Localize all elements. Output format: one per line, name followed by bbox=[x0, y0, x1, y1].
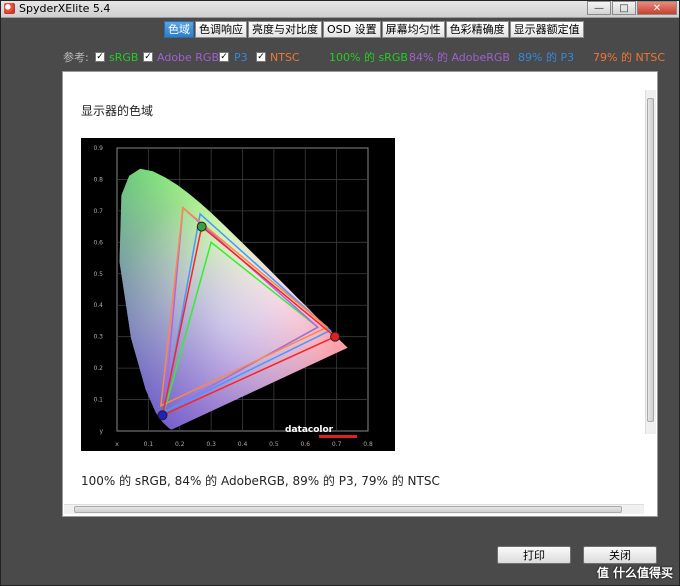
close-button[interactable]: 关闭 bbox=[583, 546, 657, 564]
tab-display-rating[interactable]: 显示器额定值 bbox=[509, 21, 584, 38]
y-tick-label: 0.2 bbox=[93, 365, 103, 372]
panel-title: 显示器的色域 bbox=[81, 104, 154, 118]
spectral-locus-blue-shade bbox=[119, 168, 348, 430]
horizontal-scroll-thumb[interactable] bbox=[74, 506, 622, 513]
tab-tone-response[interactable]: 色调响应 bbox=[195, 21, 247, 38]
ntsc-label: NTSC bbox=[270, 51, 300, 64]
cie-chart: x 0.1 0.2 0.3 0.4 0.5 0.6 0.7 0.8 0.9 0.8 0.7 0.6 0.… bbox=[81, 138, 395, 451]
adobe-rgb-label: Adobe RGB bbox=[157, 51, 220, 64]
x-tick-label: 0.4 bbox=[238, 441, 248, 448]
srgb-result: 100% 的 sRGB bbox=[329, 51, 408, 64]
close-window-button[interactable]: ✕ bbox=[637, 1, 677, 15]
cie-diagram: x 0.1 0.2 0.3 0.4 0.5 0.6 0.7 0.8 0.9 0.8 0.7 0.6 0.… bbox=[93, 145, 373, 448]
datacolor-logo: datacolor bbox=[285, 425, 334, 435]
ntsc-result: 79% 的 NTSC bbox=[593, 51, 666, 64]
primary-red-point bbox=[330, 331, 341, 342]
x-tick-label: 0.2 bbox=[175, 441, 185, 448]
p3-label: P3 bbox=[234, 51, 248, 64]
srgb-label: sRGB bbox=[109, 51, 139, 64]
vertical-scrollbar[interactable] bbox=[645, 90, 656, 434]
srgb-checkbox[interactable]: ✓ bbox=[95, 52, 105, 62]
y-tick-label: 0.5 bbox=[93, 271, 103, 278]
adobe-rgb-checkbox[interactable]: ✓ bbox=[143, 52, 153, 62]
reference-label: 参考: bbox=[63, 51, 89, 64]
print-button[interactable]: 打印 bbox=[497, 546, 571, 564]
ntsc-checkbox[interactable]: ✓ bbox=[256, 52, 266, 62]
gamut-summary: 100% 的 sRGB, 84% 的 AdobeRGB, 89% 的 P3, 7… bbox=[81, 474, 440, 488]
tab-brightness-contrast[interactable]: 亮度与对比度 bbox=[248, 21, 322, 38]
title-bar: SpyderXElite 5.4 — □ ✕ bbox=[1, 1, 679, 18]
y-tick-label: 0.4 bbox=[93, 302, 103, 309]
tab-color-accuracy[interactable]: 色彩精确度 bbox=[445, 21, 509, 38]
adobe-rgb-result: 84% 的 AdobeRGB bbox=[409, 51, 510, 64]
y-tick-label: 0.9 bbox=[93, 145, 103, 152]
tab-screen-uniformity[interactable]: 屏幕均匀性 bbox=[381, 21, 445, 38]
x-tick-label: 0.7 bbox=[332, 441, 342, 448]
horizontal-scrollbar[interactable] bbox=[64, 504, 644, 514]
x-tick-label: 0.5 bbox=[269, 441, 279, 448]
x-tick-label: 0.8 bbox=[363, 441, 373, 448]
x-tick-label: 0.3 bbox=[206, 441, 216, 448]
y-tick-label: 0.7 bbox=[93, 208, 103, 215]
tab-color-gamut[interactable]: 色域 bbox=[164, 21, 194, 38]
p3-checkbox[interactable]: ✓ bbox=[219, 52, 229, 62]
y-tick-label: 0.1 bbox=[93, 397, 103, 404]
window-title: SpyderXElite 5.4 bbox=[19, 2, 111, 15]
reference-row: 参考: ✓ sRGB ✓ Adobe RGB ✓ P3 ✓ NTSC 100% … bbox=[63, 51, 666, 65]
x-tick-label: 0.6 bbox=[300, 441, 310, 448]
y-tick-label: 0.6 bbox=[93, 239, 103, 246]
app-window: SpyderXElite 5.4 — □ ✕ 色域 色调响应 亮度与对比度 OS… bbox=[0, 0, 680, 586]
primary-green-point bbox=[196, 221, 207, 232]
x-tick-label: x bbox=[115, 441, 119, 448]
app-logo-icon bbox=[4, 3, 15, 14]
y-tick-label: 0.3 bbox=[93, 334, 103, 341]
maximize-button[interactable]: □ bbox=[612, 1, 636, 15]
tab-bar: 色域 色调响应 亮度与对比度 OSD 设置 屏幕均匀性 色彩精确度 显示器额定值 bbox=[164, 21, 585, 38]
minimize-button[interactable]: — bbox=[587, 1, 611, 15]
y-tick-label: y bbox=[99, 428, 103, 435]
vertical-scroll-thumb[interactable] bbox=[647, 98, 654, 422]
y-tick-label: 0.8 bbox=[93, 176, 103, 183]
tab-osd-settings[interactable]: OSD 设置 bbox=[323, 21, 381, 38]
watermark: 值 什么值得买 bbox=[596, 566, 673, 580]
gamut-report-panel: 显示器的色域 x 0.1 0.2 0.3 0.4 0.5 0.6 0.7 0.8… bbox=[62, 71, 658, 517]
x-tick-label: 0.1 bbox=[144, 441, 154, 448]
primary-blue-point bbox=[157, 410, 168, 421]
p3-result: 89% 的 P3 bbox=[518, 51, 575, 64]
datacolor-logo-bar bbox=[319, 435, 357, 438]
